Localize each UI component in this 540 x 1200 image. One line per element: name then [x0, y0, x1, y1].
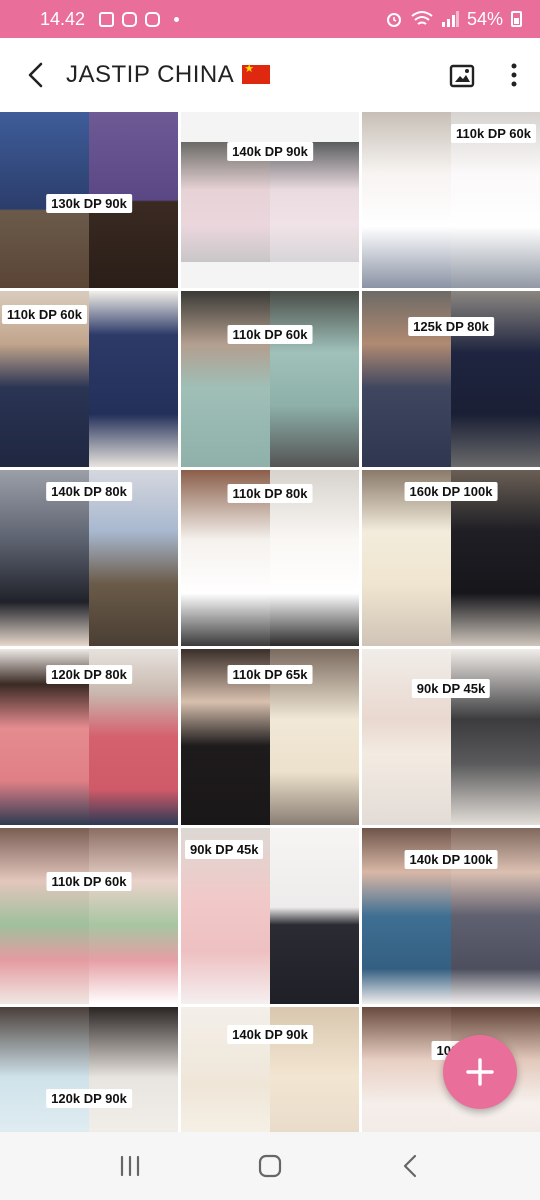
battery-icon [511, 11, 522, 27]
instagram-icon [122, 11, 138, 27]
price-label: 140k DP 90k [227, 142, 313, 161]
photo-thumbnail[interactable]: 90k DP 45k [181, 828, 359, 1004]
photo-thumbnail[interactable]: 110k DP 60k [0, 291, 178, 467]
more-vert-icon [511, 63, 517, 87]
system-nav-bar [0, 1132, 540, 1200]
more-options-button[interactable] [488, 38, 540, 112]
photo-thumbnail[interactable]: 110k DP 65k [181, 649, 359, 825]
price-label: 110k DP 60k [46, 872, 132, 891]
photo-grid: 130k DP 90k 140k DP 90k 110k DP 60k 110k… [0, 112, 540, 1132]
photo-thumbnail[interactable]: 130k DP 90k [0, 112, 178, 288]
system-back-button[interactable] [380, 1136, 440, 1196]
photo-thumbnail[interactable]: 160k DP 100k [362, 470, 540, 646]
price-label: 140k DP 90k [227, 1025, 313, 1044]
china-flag-icon [242, 62, 271, 84]
photo-thumbnail[interactable]: 110k DP 80k [181, 470, 359, 646]
plus-icon [466, 1058, 494, 1086]
recent-apps-button[interactable] [100, 1136, 160, 1196]
photo-thumbnail[interactable]: 140k DP 80k [0, 470, 178, 646]
photo-thumbnail[interactable]: 110k DP 60k [362, 112, 540, 288]
price-label: 90k DP 45k [185, 840, 264, 859]
add-button[interactable] [443, 1035, 517, 1109]
photo-thumbnail[interactable]: 140k DP 90k [181, 1007, 359, 1132]
photo-thumbnail[interactable]: 120k DP 90k [0, 1007, 178, 1132]
photo-thumbnail[interactable]: 125k DP 80k [362, 291, 540, 467]
price-label: 160k DP 100k [404, 482, 498, 501]
photo-thumbnail[interactable]: 140k DP 100k [362, 828, 540, 1004]
photo-thumbnail[interactable]: 110k DP 60k [181, 291, 359, 467]
photo-thumbnail[interactable]: 140k DP 90k [181, 112, 359, 288]
price-label: 120k DP 90k [46, 1089, 132, 1108]
price-label: 110k DP 80k [227, 484, 313, 503]
photo-thumbnail[interactable]: 110k DP 60k [0, 828, 178, 1004]
arrow-back-icon [28, 62, 43, 88]
gallery-icon [99, 11, 115, 27]
album-title-text: JASTIP CHINA [66, 61, 235, 88]
set-wallpaper-button[interactable] [436, 38, 488, 112]
price-label: 120k DP 80k [46, 665, 132, 684]
wifi-icon [411, 11, 433, 25]
status-bar: 14.42 54% [0, 0, 540, 38]
price-label: 110k DP 60k [2, 305, 87, 324]
dot-icon [174, 16, 180, 22]
price-label: 140k DP 100k [404, 850, 498, 869]
signal-icon [441, 11, 459, 27]
recent-apps-icon [120, 1155, 140, 1177]
price-label: 110k DP 60k [451, 124, 536, 143]
price-label: 130k DP 90k [46, 194, 132, 213]
price-label: 110k DP 65k [227, 665, 313, 684]
battery-percent: 54% [466, 8, 503, 29]
app-bar: JASTIP CHINA [0, 38, 540, 112]
back-button[interactable] [6, 38, 66, 112]
price-label: 110k DP 60k [227, 325, 313, 344]
instagram-icon [145, 11, 161, 27]
set-wallpaper-icon [449, 64, 475, 88]
price-label: 140k DP 80k [46, 482, 132, 501]
home-button[interactable] [240, 1136, 300, 1196]
price-label: 90k DP 45k [411, 679, 491, 698]
home-icon [258, 1154, 282, 1178]
status-time: 14.42 [40, 8, 86, 29]
back-icon [403, 1154, 417, 1178]
price-label: 125k DP 80k [408, 317, 494, 336]
album-title: JASTIP CHINA [66, 61, 271, 89]
photo-thumbnail[interactable]: 90k DP 45k [362, 649, 540, 825]
photo-thumbnail[interactable]: 120k DP 80k [0, 649, 178, 825]
alarm-icon [386, 13, 401, 27]
